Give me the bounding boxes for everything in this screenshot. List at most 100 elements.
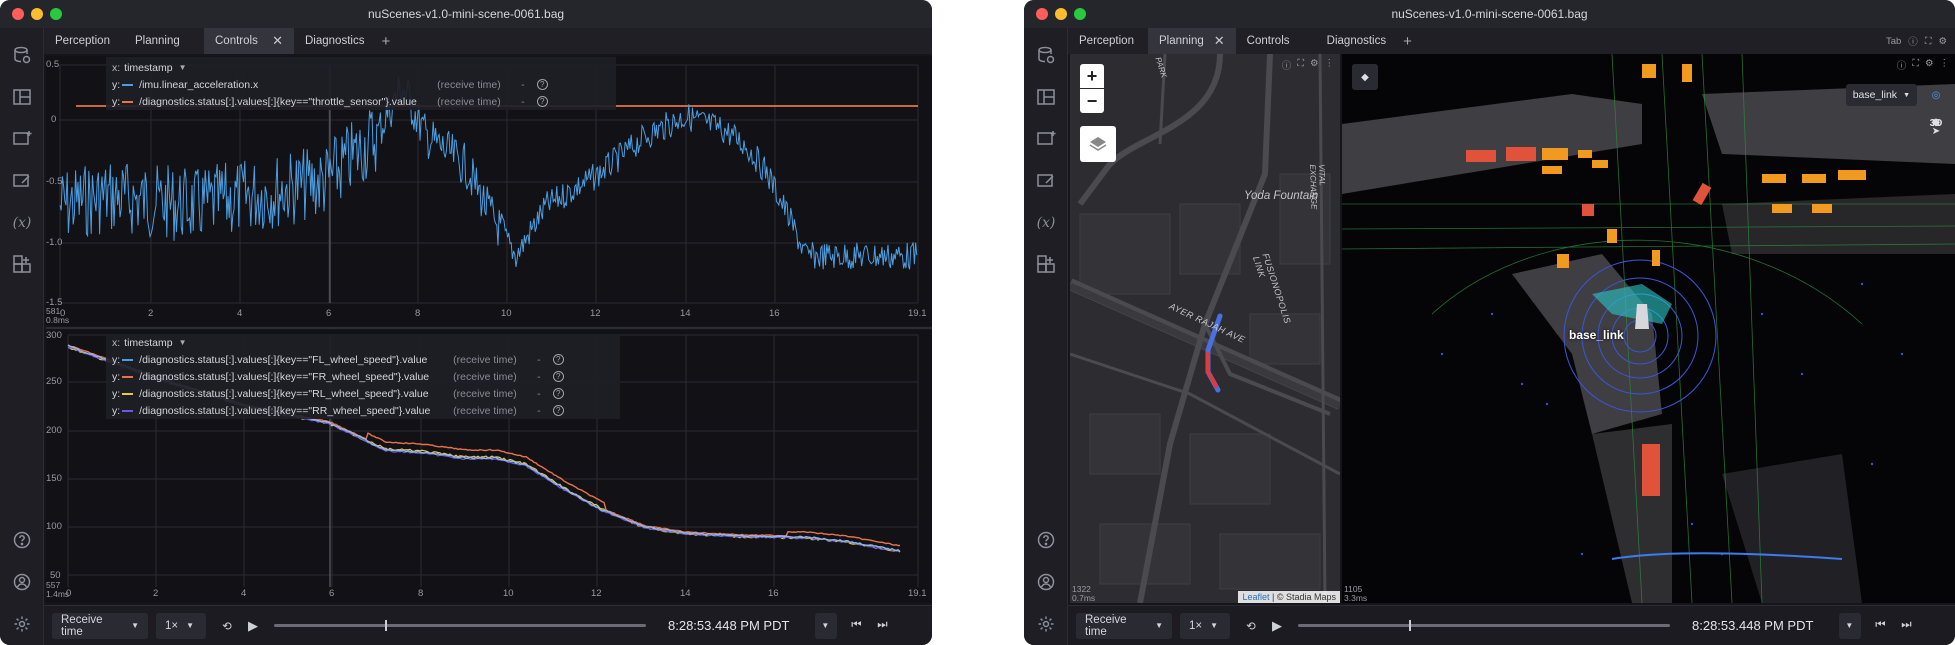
zoom-in-button[interactable]: + <box>1080 64 1104 88</box>
series-path[interactable]: /imu.linear_acceleration.x <box>139 79 423 91</box>
top-plot-panel[interactable]: 0.5 0 -0.5 -1.0 -1.5 581 0.8ms 0 2 4 6 8… <box>46 56 932 326</box>
help-icon[interactable] <box>0 519 44 561</box>
layers-icon[interactable]: ◆ <box>1352 64 1378 90</box>
help-icon[interactable]: ? <box>536 96 548 107</box>
time-mode-select[interactable]: Receive time ▼ <box>52 612 148 639</box>
follow-target-icon[interactable]: ◎ <box>1923 82 1949 108</box>
tab-controls[interactable]: Controls <box>1236 28 1316 54</box>
add-tab-icon[interactable]: + <box>375 33 390 50</box>
bottom-plot-panel[interactable]: 300 250 200 150 100 50 557 1.4ms 0 2 4 6… <box>46 330 932 603</box>
app-settings-icon[interactable] <box>1024 603 1068 645</box>
tab-diagnostics[interactable]: Diagnostics <box>1316 28 1397 54</box>
series-timing[interactable]: (receive time) <box>453 371 525 383</box>
frame-select[interactable]: base_link ▼ <box>1845 84 1917 106</box>
legend-row[interactable]: y: /diagnostics.status[:].values[:]{key==… <box>112 385 614 402</box>
series-swatch[interactable] <box>122 100 134 103</box>
close-window-button[interactable] <box>1036 8 1048 20</box>
seek-forward-button[interactable]: ⏭ <box>1893 613 1919 639</box>
minimize-window-button[interactable] <box>31 8 43 20</box>
playback-scrubber[interactable] <box>274 620 646 631</box>
loop-button[interactable]: ⟲ <box>214 613 240 639</box>
series-swatch[interactable] <box>122 83 134 86</box>
help-icon[interactable]: ? <box>552 354 564 365</box>
time-mode-select[interactable]: Receive time ▼ <box>1076 612 1172 639</box>
legend-row[interactable]: y: /diagnostics.status[:].values[:]{key==… <box>112 368 614 385</box>
speed-select[interactable]: 1× ▼ <box>156 612 206 639</box>
tab-controls[interactable]: Controls ✕ <box>204 28 294 54</box>
tab-diagnostics[interactable]: Diagnostics <box>294 28 375 54</box>
series-path[interactable]: /diagnostics.status[:].values[:]{key=="R… <box>139 405 439 417</box>
series-timing[interactable]: (receive time) <box>437 79 509 91</box>
seek-backward-button[interactable]: ⏮ <box>1867 613 1893 639</box>
help-icon[interactable]: ? <box>552 388 564 399</box>
series-swatch[interactable] <box>122 392 134 395</box>
app-settings-icon[interactable] <box>0 603 44 645</box>
scene-3d-panel[interactable]: base_link ◆ ⓘ ⛶ ⚙ ⋮ base_link ▼ ◎ ⌕ 3D ✎ … <box>1342 54 1955 603</box>
data-source-icon[interactable] <box>1024 34 1068 76</box>
series-timing[interactable]: (receive time) <box>453 405 525 417</box>
map-layers-button[interactable] <box>1080 126 1116 162</box>
account-icon[interactable] <box>0 561 44 603</box>
zoom-window-button[interactable] <box>50 8 62 20</box>
time-format-select[interactable]: ▼ <box>815 612 838 639</box>
layout-toggle-icon[interactable]: ⛶ <box>1925 36 1932 47</box>
series-timing[interactable]: (receive time) <box>437 96 509 108</box>
layout-icon[interactable] <box>1024 76 1068 118</box>
leaflet-link[interactable]: Leaflet <box>1242 592 1269 602</box>
move-icon[interactable]: ✥ <box>1923 110 1949 136</box>
series-path[interactable]: /diagnostics.status[:].values[:]{key=="F… <box>139 371 439 383</box>
help-icon[interactable]: ? <box>552 405 564 416</box>
series-path[interactable]: /diagnostics.status[:].values[:]{key=="t… <box>139 96 423 108</box>
close-tab-icon[interactable]: ✕ <box>272 33 283 49</box>
variables-icon[interactable]: (x) <box>1024 202 1068 244</box>
close-window-button[interactable] <box>12 8 24 20</box>
scene-3d-svg[interactable] <box>1342 54 1955 603</box>
panel-settings-icon[interactable] <box>1024 160 1068 202</box>
extensions-icon[interactable] <box>1024 244 1068 286</box>
series-swatch[interactable] <box>122 409 134 412</box>
layout-toggle-icon[interactable]: ⛶ <box>1297 58 1304 72</box>
legend-row[interactable]: y: /diagnostics.status[:].values[:]{key==… <box>112 351 614 368</box>
panel-menu-icon[interactable]: ⋮ <box>1940 58 1950 72</box>
panel-menu-icon[interactable]: ⋮ <box>1325 58 1335 72</box>
x-axis-selector[interactable]: x: timestamp ▼ <box>112 59 610 76</box>
help-icon[interactable]: ⓘ <box>1908 34 1918 48</box>
add-panel-icon[interactable] <box>0 118 44 160</box>
tab-planning[interactable]: Planning ✕ <box>1148 28 1236 54</box>
seek-forward-button[interactable]: ⏭ <box>869 613 895 639</box>
settings-icon[interactable]: ⚙ <box>1925 58 1934 72</box>
variables-icon[interactable]: (x) <box>0 202 44 244</box>
settings-icon[interactable]: ⚙ <box>1938 36 1947 47</box>
time-format-select[interactable]: ▼ <box>1839 612 1862 639</box>
legend-row[interactable]: y: /diagnostics.status[:].values[:]{key==… <box>112 93 610 110</box>
panel-settings-icon[interactable] <box>0 160 44 202</box>
help-icon[interactable]: ? <box>536 79 548 90</box>
tab-perception[interactable]: Perception <box>1068 28 1148 54</box>
map-panel[interactable]: Yoda Fountain FUSIONOPOLIS LINK AYER RAJ… <box>1070 54 1340 603</box>
close-tab-icon[interactable]: ✕ <box>1214 33 1225 49</box>
legend-row[interactable]: y: /imu.linear_acceleration.x (receive tim… <box>112 76 610 93</box>
account-icon[interactable] <box>1024 561 1068 603</box>
speed-select[interactable]: 1× ▼ <box>1180 612 1230 639</box>
zoom-out-button[interactable]: − <box>1080 89 1104 113</box>
series-path[interactable]: /diagnostics.status[:].values[:]{key=="R… <box>139 388 439 400</box>
seek-backward-button[interactable]: ⏮ <box>843 613 869 639</box>
extensions-icon[interactable] <box>0 244 44 286</box>
data-source-icon[interactable] <box>0 34 44 76</box>
help-icon[interactable]: ⓘ <box>1897 58 1907 72</box>
legend-row[interactable]: y: /diagnostics.status[:].values[:]{key==… <box>112 402 614 419</box>
loop-button[interactable]: ⟲ <box>1238 613 1264 639</box>
series-swatch[interactable] <box>122 375 134 378</box>
playback-scrubber[interactable] <box>1298 620 1670 631</box>
play-button[interactable]: ▶ <box>240 613 266 639</box>
layout-icon[interactable] <box>0 76 44 118</box>
minimize-window-button[interactable] <box>1055 8 1067 20</box>
help-icon[interactable] <box>1024 519 1068 561</box>
panel-divider[interactable] <box>46 327 932 329</box>
series-timing[interactable]: (receive time) <box>453 388 525 400</box>
add-panel-icon[interactable] <box>1024 118 1068 160</box>
series-timing[interactable]: (receive time) <box>453 354 525 366</box>
help-icon[interactable]: ? <box>552 371 564 382</box>
zoom-window-button[interactable] <box>1074 8 1086 20</box>
add-tab-icon[interactable]: + <box>1397 33 1412 50</box>
